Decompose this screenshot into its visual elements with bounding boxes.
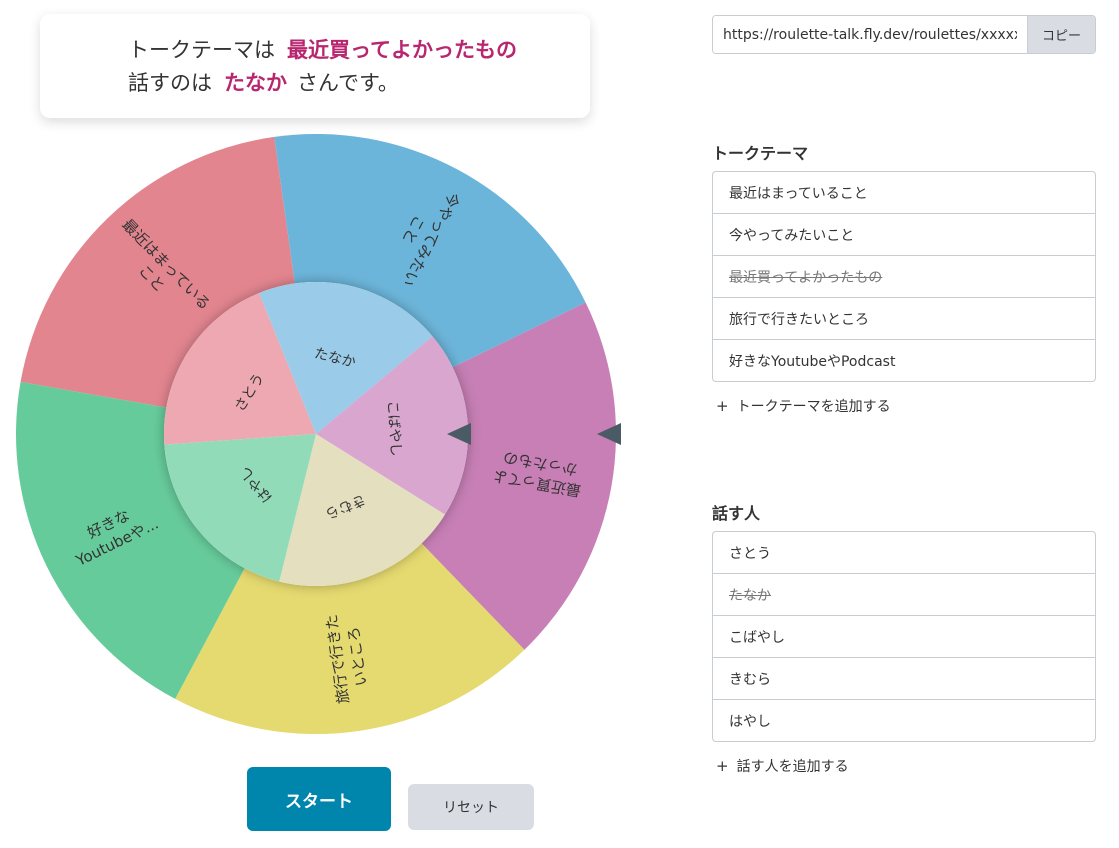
result-card: トークテーマは 最近買ってよかったもの 話すのは たなか さんです。 bbox=[40, 14, 590, 118]
speaker-item-label: さとう bbox=[729, 545, 771, 562]
theme-item[interactable]: 今やってみたいこと bbox=[713, 214, 1095, 256]
plus-icon: + bbox=[716, 397, 729, 415]
theme-item[interactable]: 旅行で行きたいところ bbox=[713, 298, 1095, 340]
theme-item-label: 好きなYoutubeやPodcast bbox=[729, 353, 896, 370]
theme-item[interactable]: 好きなYoutubeやPodcast bbox=[713, 340, 1095, 381]
share-url-input[interactable] bbox=[713, 16, 1027, 53]
plus-icon: + bbox=[716, 757, 729, 775]
copy-button[interactable]: コピー bbox=[1027, 16, 1095, 53]
speaker-item[interactable]: はやし bbox=[713, 700, 1095, 741]
result-theme-value: 最近買ってよかったもの bbox=[287, 38, 517, 62]
speakers-list: さとうたなかこばやしきむらはやし bbox=[712, 531, 1096, 742]
add-speaker-label: 話す人を追加する bbox=[736, 759, 849, 775]
result-speaker-line: 話すのは たなか さんです。 bbox=[128, 67, 399, 97]
start-button[interactable]: スタート bbox=[247, 767, 391, 831]
theme-item[interactable]: 最近はまっていること bbox=[713, 172, 1095, 214]
themes-title: トークテーマ bbox=[712, 144, 809, 163]
inner-wheel: さとうたなかこばやしきむらはやし bbox=[164, 282, 468, 586]
result-theme-line: トークテーマは 最近買ってよかったもの bbox=[128, 34, 527, 64]
speaker-item-label: たなか bbox=[729, 587, 771, 604]
speaker-item-label: きむら bbox=[729, 671, 771, 688]
share-url-group: コピー bbox=[712, 15, 1096, 54]
speaker-item[interactable]: きむら bbox=[713, 658, 1095, 700]
speaker-item-label: はやし bbox=[729, 713, 771, 730]
speaker-item[interactable]: こばやし bbox=[713, 616, 1095, 658]
result-speaker-value: たなか bbox=[224, 71, 287, 95]
reset-button[interactable]: リセット bbox=[408, 784, 534, 830]
theme-item-label: 今やってみたいこと bbox=[729, 227, 855, 244]
add-speaker-link[interactable]: + 話す人を追加する bbox=[716, 756, 849, 776]
speaker-item-label: こばやし bbox=[729, 629, 785, 646]
result-theme-prefix: トークテーマは bbox=[128, 38, 275, 62]
roulette: 最近はまっていること 今やってみたいこと 最近買ってよかったもの 旅行で行きたいところ… bbox=[0, 120, 640, 740]
theme-item-label: 旅行で行きたいところ bbox=[729, 311, 869, 328]
add-theme-link[interactable]: + トークテーマを追加する bbox=[716, 396, 891, 416]
speaker-item[interactable]: さとう bbox=[713, 532, 1095, 574]
speakers-title: 話す人 bbox=[712, 504, 761, 523]
result-speaker-prefix: 話すのは bbox=[128, 71, 212, 95]
result-speaker-suffix: さんです。 bbox=[297, 71, 399, 95]
add-theme-label: トークテーマを追加する bbox=[736, 399, 891, 415]
theme-item-label: 最近はまっていること bbox=[729, 185, 868, 202]
themes-list: 最近はまっていること 今やってみたいこと最近買ってよかったもの 旅行で行きたいところ… bbox=[712, 171, 1096, 382]
speaker-item[interactable]: たなか bbox=[713, 574, 1095, 616]
theme-item[interactable]: 最近買ってよかったもの bbox=[713, 256, 1095, 298]
roulette-wheel: 最近はまっていること 今やってみたいこと最近買ってよかったもの旅行で行きたいところ… bbox=[16, 134, 621, 734]
theme-item-label: 最近買ってよかったもの bbox=[729, 269, 883, 286]
